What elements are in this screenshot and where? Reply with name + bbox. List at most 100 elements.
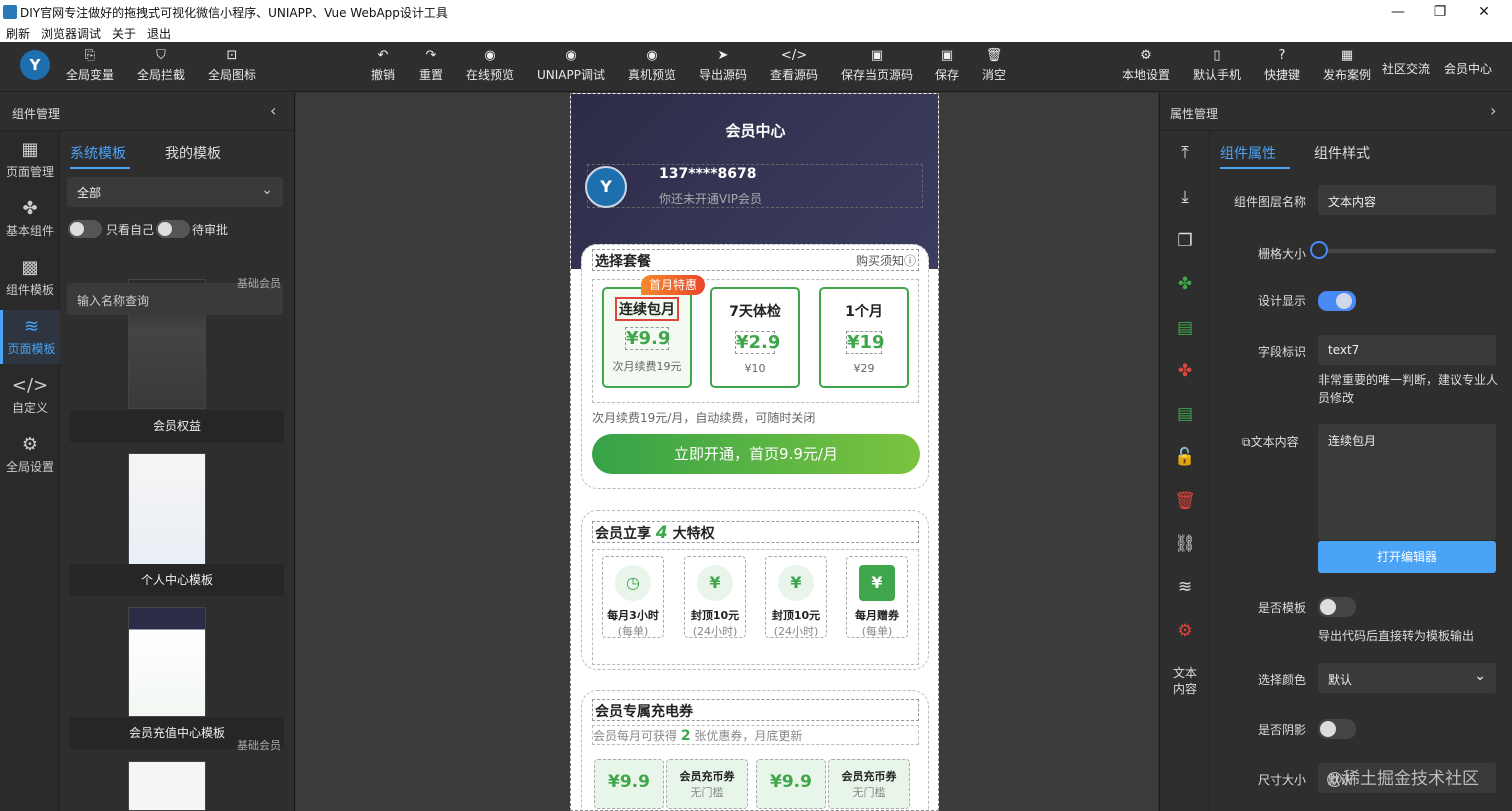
gallery-icon: ▦ (1340, 48, 1354, 63)
layers-icon[interactable]: ≋ (1160, 577, 1210, 597)
save-button[interactable]: ▣ 保存 (935, 48, 959, 83)
coupon-value[interactable]: ¥9.9 (594, 759, 664, 809)
publish-case-button[interactable]: ▦ 发布案例 (1323, 48, 1371, 83)
open-editor-button[interactable]: 打开编辑器 (1318, 541, 1496, 573)
template-name-member-rights[interactable]: 会员权益 (70, 410, 284, 442)
perks-section-title[interactable]: 会员立享 4 大特权 (592, 521, 919, 543)
puzzle-icon[interactable]: ✤ (1160, 274, 1210, 294)
nav-global-settings[interactable]: ⚙ 全局设置 (0, 428, 60, 482)
vip-status[interactable]: 你还未开通VIP会员 (659, 190, 762, 207)
avatar[interactable]: Y (585, 166, 627, 208)
package-card[interactable]: 选择套餐 购买须知ⓘ 连续包月 ¥9.9 次月续费19元 首月特惠 7天体检 ¥… (581, 244, 929, 489)
template-thumbnail-next[interactable] (128, 761, 206, 811)
template-thumbnail-recharge-center[interactable] (128, 607, 206, 717)
document-icon[interactable]: ▤ (1160, 318, 1210, 338)
link-icon[interactable]: ⛓ (1160, 534, 1210, 554)
package-renew: 次月续费19元 (612, 360, 682, 373)
uniapp-debug-button[interactable]: ◉ UNIAPP调试 (537, 48, 605, 83)
pending-toggle[interactable] (156, 220, 190, 238)
coupon-card[interactable]: 会员专属充电券 会员每月可获得 2 张优惠券，月底更新 ¥9.9 会员充币券 无门… (581, 690, 929, 810)
perk-item[interactable]: ¥ 每月赠券 (每单) (846, 556, 908, 638)
text-content-textarea[interactable]: 连续包月 (1318, 424, 1496, 540)
global-intercept-button[interactable]: ⛉ 全局拦截 (137, 48, 185, 83)
clear-button[interactable]: 🗑 消空 (982, 48, 1006, 83)
nav-basic-components[interactable]: ✤ 基本组件 (0, 192, 60, 246)
code-icon: </> (11, 375, 49, 396)
page-title[interactable]: 会员中心 (571, 120, 938, 141)
open-membership-button[interactable]: 立即开通，首页9.9元/月 (592, 434, 920, 474)
template-name-personal-center[interactable]: 个人中心模板 (70, 564, 284, 596)
unlock-icon[interactable]: 🔓 (1160, 447, 1210, 467)
maximize-button[interactable]: ❐ (1430, 2, 1450, 22)
puzzle-icon[interactable]: ✤ (1160, 361, 1210, 381)
move-bottom-icon[interactable]: ⤓ (1160, 187, 1210, 207)
package-name[interactable]: 连续包月 (615, 297, 679, 321)
package-section-title[interactable]: 选择套餐 购买须知ⓘ (592, 249, 919, 271)
package-7day[interactable]: 7天体检 ¥2.9 ¥10 (710, 287, 800, 388)
coupon-info[interactable]: 会员充币券 无门槛 (666, 759, 748, 809)
purchase-notice-link[interactable]: 购买须知ⓘ (856, 252, 916, 269)
tab-component-styles[interactable]: 组件样式 (1314, 143, 1370, 163)
tab-my-templates[interactable]: 我的模板 (165, 143, 221, 163)
design-show-toggle[interactable] (1318, 291, 1356, 311)
package-monthly[interactable]: 连续包月 ¥9.9 次月续费19元 (602, 287, 692, 388)
perk-item[interactable]: ¥ 封顶10元 (24小时) (684, 556, 746, 638)
shortcuts-button[interactable]: ? 快捷键 (1264, 48, 1300, 83)
redo-button[interactable]: ↷ 重置 (419, 48, 443, 83)
database-icon: ≋ (23, 316, 40, 337)
global-variables-button[interactable]: ⎘ 全局变量 (66, 48, 114, 83)
online-preview-button[interactable]: ◉ 在线预览 (466, 48, 514, 83)
save-page-source-button[interactable]: ▣ 保存当页源码 (841, 48, 913, 83)
coupon-value[interactable]: ¥9.9 (756, 759, 826, 809)
collapse-icon[interactable]: ‹ (270, 101, 276, 120)
grid-size-slider[interactable] (1318, 249, 1496, 253)
device-preview-button[interactable]: ◉ 真机预览 (628, 48, 676, 83)
export-source-button[interactable]: ➤ 导出源码 (699, 48, 747, 83)
community-link[interactable]: 社区交流 (1382, 60, 1430, 77)
move-top-icon[interactable]: ⤒ (1160, 143, 1210, 163)
member-center-link[interactable]: 会员中心 (1444, 60, 1492, 77)
undo-button[interactable]: ↶ 撤销 (371, 48, 395, 83)
document-edit-icon[interactable]: ▤ (1160, 404, 1210, 424)
only-mine-toggle[interactable] (68, 220, 102, 238)
package-renew: ¥29 (853, 362, 875, 375)
copy-icon[interactable]: ❐ (1160, 231, 1210, 251)
menu-refresh[interactable]: 刷新 (6, 25, 30, 42)
minimize-button[interactable]: — (1388, 2, 1408, 22)
layer-name-input[interactable]: 文本内容 (1318, 185, 1496, 215)
nav-custom[interactable]: </> 自定义 (0, 369, 60, 423)
user-phone[interactable]: 137****8678 (659, 166, 756, 182)
field-id-hint: 非常重要的唯一判断，建议专业人员修改 (1318, 373, 1499, 405)
close-button[interactable]: ✕ (1474, 2, 1494, 22)
trash-icon[interactable]: 🗑 (1160, 491, 1210, 511)
coupon-info[interactable]: 会员充币券 无门槛 (828, 759, 910, 809)
menu-exit[interactable]: 退出 (147, 25, 171, 42)
slider-handle[interactable] (1310, 241, 1328, 259)
global-icons-button[interactable]: ⊡ 全局图标 (208, 48, 256, 83)
default-phone-button[interactable]: ▯ 默认手机 (1193, 48, 1241, 83)
component-tools: ⤒ ⤓ ❐ ✤ ▤ ✤ ▤ 🔓 🗑 ⛓ ≋ ⚙ 文本 内容 (1160, 131, 1210, 811)
nav-page-management[interactable]: ▦ 页面管理 (0, 133, 60, 187)
nav-component-templates[interactable]: ▩ 组件模板 (0, 251, 60, 305)
nav-page-templates[interactable]: ≋ 页面模板 (0, 310, 60, 364)
color-select[interactable]: 默认 ⌄ (1318, 663, 1496, 693)
is-template-toggle[interactable] (1318, 597, 1356, 617)
menu-about[interactable]: 关于 (112, 25, 136, 42)
coupon-section-title[interactable]: 会员专属充电券 (592, 699, 919, 721)
tab-component-properties[interactable]: 组件属性 (1220, 143, 1276, 163)
perk-item[interactable]: ¥ 封顶10元 (24小时) (765, 556, 827, 638)
view-source-button[interactable]: </> 查看源码 (770, 48, 818, 83)
expand-icon[interactable]: › (1490, 101, 1496, 120)
package-1month[interactable]: 1个月 ¥19 ¥29 (819, 287, 909, 388)
field-id-input[interactable]: text7 (1318, 335, 1496, 365)
shadow-toggle[interactable] (1318, 719, 1356, 739)
category-select[interactable]: 全部 ⌄ (67, 177, 283, 207)
perk-item[interactable]: ◷ 每月3小时 (每单) (602, 556, 664, 638)
settings-icon[interactable]: ⚙ (1160, 621, 1210, 641)
tab-system-templates[interactable]: 系统模板 (70, 143, 126, 163)
perks-card[interactable]: 会员立享 4 大特权 ◷ 每月3小时 (每单) ¥ 封顶10元 (24小时) ¥ 封顶10… (581, 510, 929, 670)
local-settings-button[interactable]: ⚙ 本地设置 (1122, 48, 1170, 83)
menu-browser-debug[interactable]: 浏览器调试 (41, 25, 101, 42)
template-thumbnail-personal-center[interactable] (128, 453, 206, 565)
coupon-subtitle[interactable]: 会员每月可获得 2 张优惠券，月底更新 (592, 725, 919, 745)
